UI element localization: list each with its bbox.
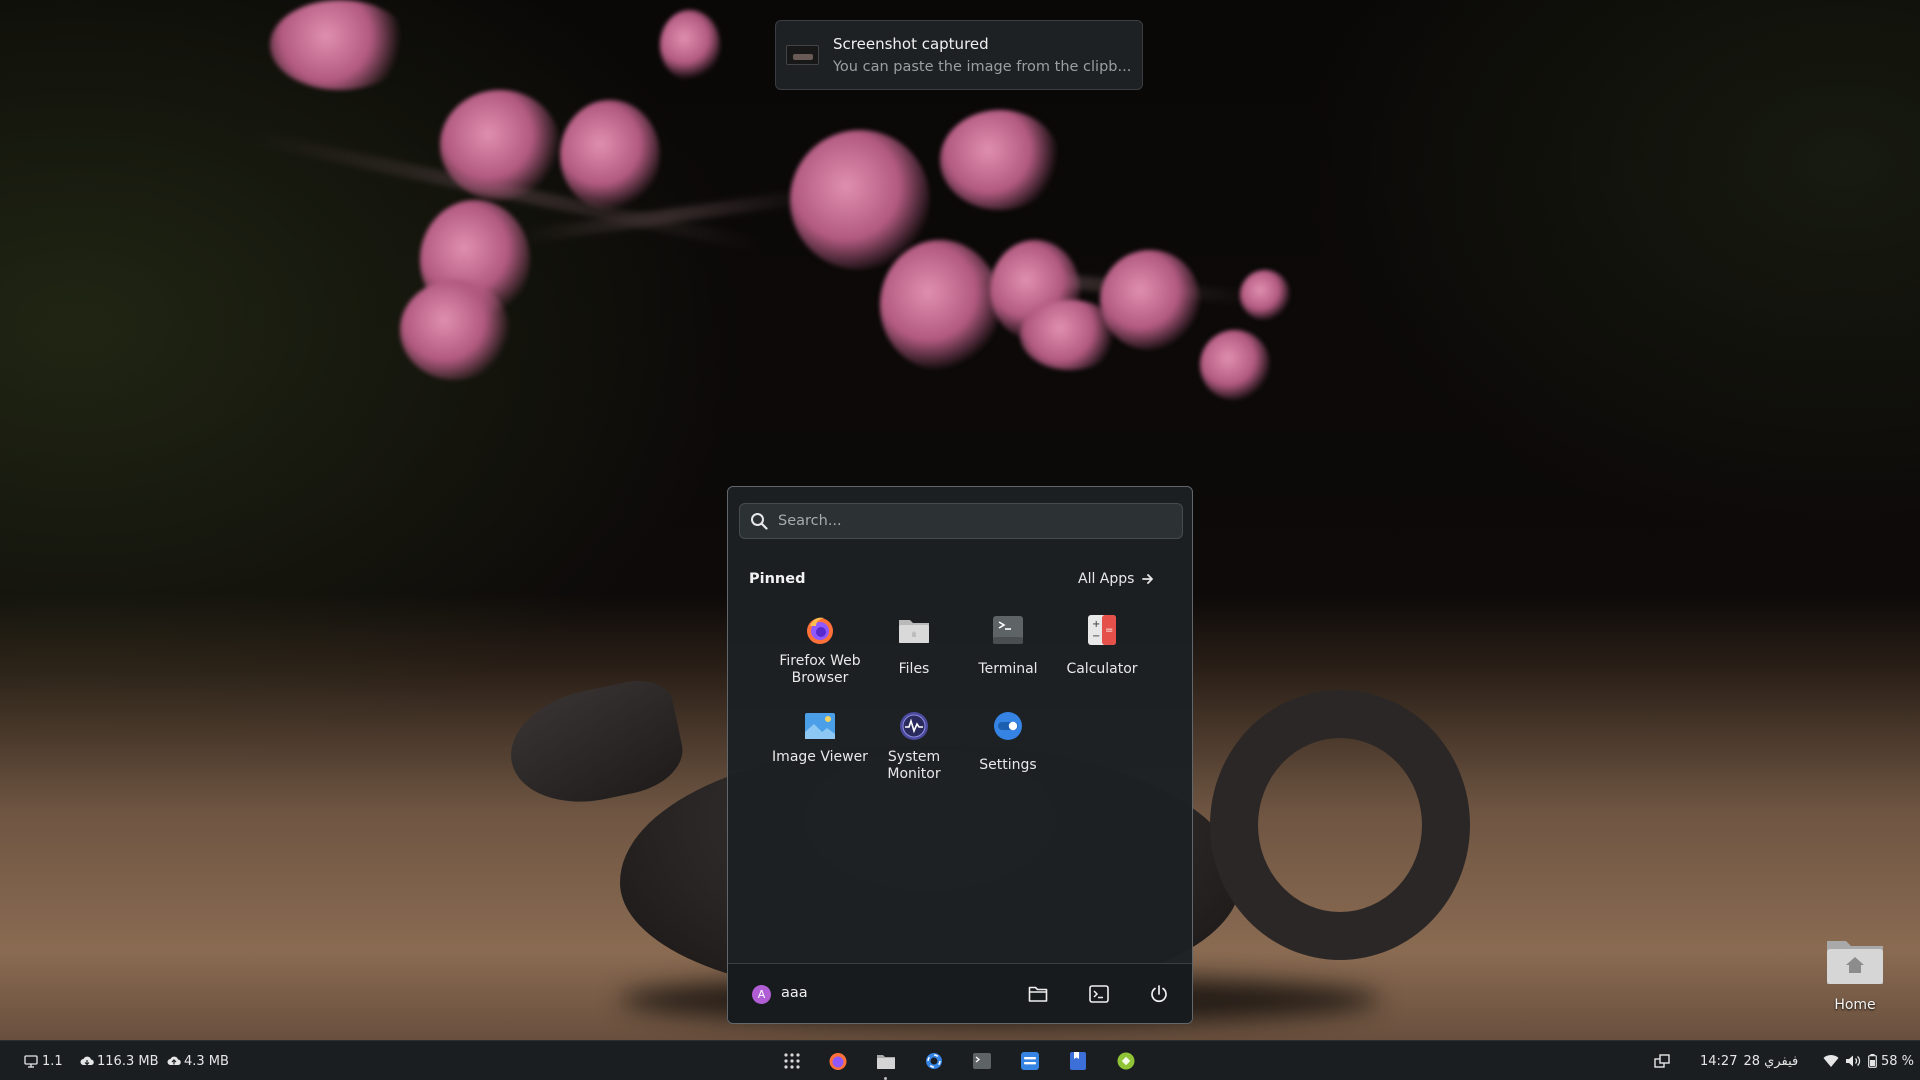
download-speed-value: 116.3 MB [97,1053,159,1069]
taskbar-firefox[interactable] [827,1050,849,1072]
software-store-icon [1021,1052,1039,1070]
terminal-icon [1089,985,1109,1003]
search-box[interactable] [739,503,1183,539]
window-switcher-button[interactable] [1651,1050,1673,1072]
screenshot-notification[interactable]: Screenshot captured You can paste the im… [775,20,1143,90]
wifi-status[interactable] [1820,1050,1842,1072]
volume-status[interactable] [1842,1050,1864,1072]
taskbar: 1.1 116.3 MB 4.3 MB 14:27 28 فيفري 58 % [0,1040,1920,1080]
files-icon [877,1054,895,1069]
app-grid-icon [784,1053,800,1069]
notification-body: You can paste the image from the clipb..… [833,59,1132,75]
svg-text:=: = [1105,625,1113,636]
avatar[interactable]: A [752,985,771,1004]
app-label: Image Viewer [772,749,868,765]
app-firefox[interactable]: Firefox Web Browser [770,613,870,687]
text-editor-icon [1070,1052,1086,1070]
taskbar-software[interactable] [1019,1050,1041,1072]
clock-time: 14:27 [1700,1053,1738,1069]
battery-status[interactable]: 58 % [1868,1041,1914,1080]
terminal-icon [991,613,1025,647]
workspace-label: 1.1 [42,1053,63,1069]
svg-text:+: + [1092,619,1100,630]
home-label: Home [1834,997,1876,1013]
home-folder-icon [1827,941,1883,984]
search-icon [751,513,768,530]
upload-speed: 4.3 MB [167,1041,229,1080]
taskbar-files[interactable] [875,1050,897,1072]
firefox-icon [829,1053,847,1070]
upload-speed-value: 4.3 MB [184,1053,229,1069]
search-input[interactable] [778,513,1158,529]
system-monitor-icon [897,709,931,743]
all-apps-label: All Apps [1078,571,1135,587]
folder-icon [1028,986,1048,1002]
calculator-icon: + − = [1085,613,1119,647]
workspace-indicator[interactable]: 1.1 [24,1041,63,1080]
app-label: Terminal [978,661,1038,677]
firefox-icon [803,613,837,647]
app-calculator[interactable]: + − = Calculator [1052,613,1152,678]
taskbar-terminal[interactable] [971,1050,993,1072]
app-label: Settings [979,757,1037,773]
app-label: Calculator [1066,661,1138,677]
app-settings[interactable]: Settings [958,709,1058,774]
menu-footer: A aaa [728,963,1192,1023]
pinned-heading: Pinned [749,571,806,587]
taskbar-text-editor[interactable] [1067,1050,1089,1072]
app-image-viewer[interactable]: Image Viewer [770,709,870,766]
app-system-monitor[interactable]: System Monitor [864,709,964,783]
taskbar-extensions[interactable] [1115,1050,1137,1072]
wifi-icon [1823,1055,1839,1067]
cloud-upload-icon [167,1056,181,1065]
app-terminal[interactable]: Terminal [958,613,1058,678]
app-label: Firefox Web Browser [779,653,861,686]
desktop-home-folder[interactable]: Home [1815,935,1895,1013]
download-speed: 116.3 MB [80,1041,158,1080]
clock[interactable]: 14:27 28 فيفري [1700,1041,1798,1080]
image-viewer-icon [803,709,837,743]
clock-date: 28 فيفري [1743,1053,1799,1069]
monitor-icon [24,1054,38,1068]
notification-title: Screenshot captured [833,35,989,53]
settings-icon [991,709,1025,743]
open-files-button[interactable] [1024,980,1052,1008]
app-label: Files [898,661,930,677]
app-menu: Pinned All Apps Firefox Web Browser File… [727,486,1193,1024]
windows-icon [1654,1054,1670,1068]
extensions-icon [1117,1052,1135,1070]
volume-icon [1846,1055,1861,1067]
battery-percent: 58 % [1881,1053,1915,1069]
screenshot-thumbnail [786,45,819,65]
terminal-icon [973,1053,991,1069]
taskbar-help[interactable] [923,1050,945,1072]
svg-text:−: − [1092,631,1100,642]
all-apps-button[interactable]: All Apps [1078,571,1154,587]
files-icon [897,613,931,647]
help-lifebuoy-icon [926,1053,942,1069]
app-label: System Monitor [887,749,941,782]
cloud-download-icon [80,1056,94,1066]
power-button[interactable] [1145,980,1173,1008]
app-grid-button[interactable] [781,1050,803,1072]
power-icon [1151,985,1167,1003]
app-files[interactable]: Files [864,613,964,678]
battery-icon [1868,1054,1877,1068]
open-terminal-button[interactable] [1085,980,1113,1008]
username[interactable]: aaa [781,985,808,1001]
arrow-right-icon [1142,574,1154,584]
